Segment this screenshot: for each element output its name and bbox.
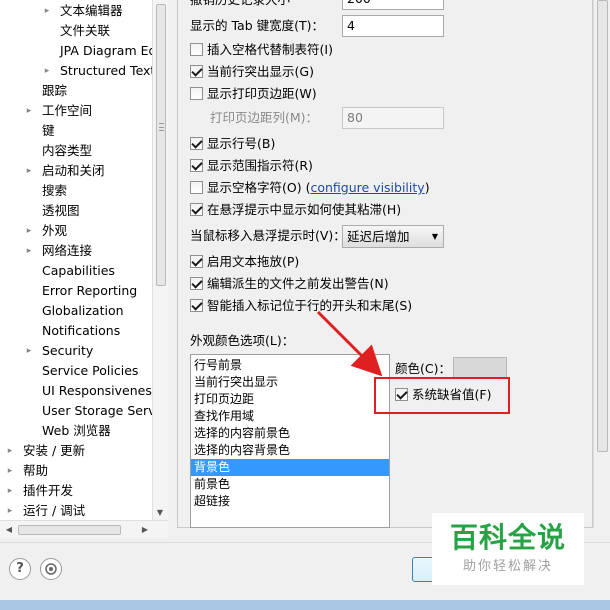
watermark-subtitle: 助你轻松解决 <box>462 559 553 574</box>
watermark-logo: 百科全说 助你轻松解决 <box>432 513 584 585</box>
record-circle-icon <box>45 563 57 575</box>
watermark-title: 百科全说 <box>449 521 566 554</box>
import-export-icon[interactable] <box>40 558 62 580</box>
taskbar-edge <box>0 600 610 610</box>
help-icon[interactable]: ? <box>9 558 31 580</box>
